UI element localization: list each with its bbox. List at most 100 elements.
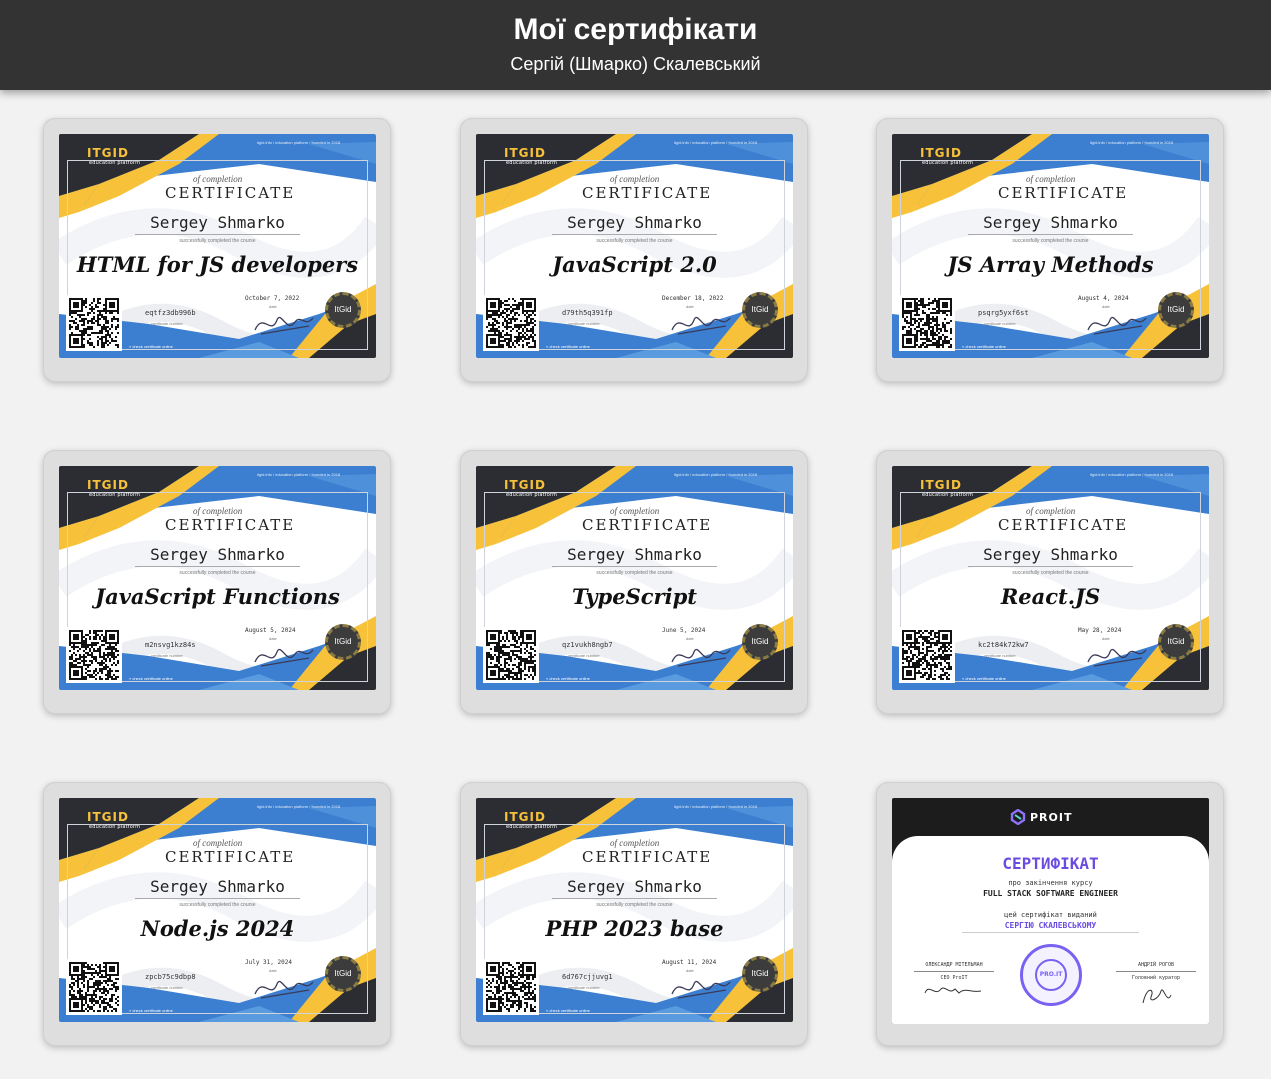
itgid-logo-sub: education platform	[922, 160, 974, 166]
certificate-image[interactable]: ITGID education platform itgid.info / ed…	[476, 134, 793, 358]
certificate-title: CERTIFICATE	[165, 184, 296, 202]
proit-signer-2-role: Головний куратор	[1116, 971, 1196, 981]
certificate-number: qz1vukh8ngb7	[562, 641, 613, 649]
certificate-completed-text: successfully completed the course	[596, 570, 673, 576]
itgid-logo-text: ITGID	[504, 478, 546, 492]
qr-code-icon	[66, 959, 122, 1015]
certificate-course: React.JS	[1000, 584, 1101, 609]
qr-code-icon	[483, 959, 539, 1015]
certificate-card[interactable]: ITGID education platform itgid.info / ed…	[460, 782, 808, 1046]
certificate-course: JS Array Methods	[947, 252, 1154, 277]
certificate-card[interactable]: ITGID education platform itgid.info / ed…	[876, 450, 1224, 714]
itgid-seal: ItGid	[1158, 624, 1194, 660]
itgid-logo: ITGID education platform	[920, 479, 974, 499]
itgid-seal: ItGid	[325, 624, 361, 660]
certificate-title: CERTIFICATE	[582, 516, 713, 534]
certificate-course: TypeScript	[572, 584, 697, 609]
proit-course: FULL STACK SOFTWARE ENGINEER	[983, 889, 1118, 898]
certificate-number: psqrg5yxf6st	[978, 309, 1029, 317]
proit-signer-1: ОЛЕКСАНДР МІТЕЛЬМАН CEO ProIT	[914, 962, 994, 1001]
certificate-card[interactable]: ITGID education platform itgid.info / ed…	[460, 450, 808, 714]
check-online-link: « check certificate online	[129, 1008, 173, 1013]
certificate-number-label: certificate number	[984, 321, 1016, 326]
certificate-date: August 11, 2024	[662, 959, 717, 966]
certificate-date: May 28, 2024	[1078, 627, 1122, 634]
certificate-top-line: itgid.info / education platform / founde…	[1090, 140, 1174, 145]
itgid-logo: ITGID education platform	[87, 147, 141, 167]
certificate-title: CERTIFICATE	[998, 516, 1129, 534]
certificate-date: October 7, 2022	[245, 295, 300, 302]
certificate-image[interactable]: ITGID education platform itgid.info / ed…	[476, 466, 793, 690]
page-title: Мої сертифікати	[513, 13, 758, 46]
certificate-of-completion: of completion	[610, 838, 660, 848]
certificate-completed-text: successfully completed the course	[179, 570, 256, 576]
certificate-image[interactable]: ITGID education platform itgid.info / ed…	[892, 466, 1209, 690]
check-online-link: « check certificate online	[546, 1008, 590, 1013]
certificate-recipient: Sergey Shmarko	[135, 877, 300, 899]
certificate-image-proit[interactable]: PROIT СЕРТИФІКАТ про закінчення курсу FU…	[892, 798, 1209, 1024]
certificate-course: JavaScript Functions	[95, 584, 340, 609]
certificate-top-line: itgid.info / education platform / founde…	[674, 140, 758, 145]
certificate-image[interactable]: ITGID education platform itgid.info / ed…	[59, 798, 376, 1022]
certificate-number: kc2t84k72kw7	[978, 641, 1029, 649]
proit-signer-2: АНДРІЙ РОГОВ Головний куратор	[1116, 962, 1196, 1011]
certificate-card-proit[interactable]: PROIT СЕРТИФІКАТ про закінчення курсу FU…	[876, 782, 1224, 1046]
certificate-image[interactable]: ITGID education platform itgid.info / ed…	[892, 134, 1209, 358]
itgid-logo-text: ITGID	[920, 146, 962, 160]
certificate-card[interactable]: ITGID education platform itgid.info / ed…	[460, 118, 808, 382]
certificate-top-line: itgid.info / education platform / founde…	[257, 140, 341, 145]
certificate-completed-text: successfully completed the course	[179, 902, 256, 908]
qr-code-icon	[66, 627, 122, 683]
certificate-card[interactable]: ITGID education platform itgid.info / ed…	[43, 118, 391, 382]
certificate-top-line: itgid.info / education platform / founde…	[257, 804, 341, 809]
certificate-course: Node.js 2024	[140, 916, 295, 941]
signature-icon	[924, 987, 982, 994]
signature-icon	[254, 981, 314, 999]
itgid-logo: ITGID education platform	[504, 810, 557, 831]
proit-signer-1-name: ОЛЕКСАНДР МІТЕЛЬМАН	[925, 962, 983, 968]
itgid-logo-sub: education platform	[922, 492, 974, 498]
certificate-image[interactable]: ITGID education platform itgid.info / ed…	[59, 466, 376, 690]
certificate-recipient: Sergey Shmarko	[135, 213, 300, 235]
signature-icon	[1087, 649, 1147, 667]
qr-code-pattern	[69, 962, 119, 1012]
certificate-of-completion: of completion	[1026, 174, 1076, 184]
certificate-recipient: Sergey Shmarko	[135, 545, 300, 567]
certificate-title: CERTIFICATE	[582, 184, 713, 202]
itgid-logo-text: ITGID	[87, 478, 129, 492]
qr-code-icon	[899, 627, 955, 683]
itgid-logo-text: ITGID	[504, 810, 546, 824]
itgid-logo-sub: education platform	[89, 492, 141, 498]
certificate-date: July 31, 2024	[245, 959, 292, 966]
itgid-logo-text: ITGID	[87, 810, 129, 824]
signature-icon	[1142, 989, 1172, 1004]
proit-logo-icon	[1010, 809, 1026, 825]
certificate-image[interactable]: ITGID education platform itgid.info / ed…	[476, 798, 793, 1022]
certificate-of-completion: of completion	[610, 506, 660, 516]
itgid-logo-text: ITGID	[504, 146, 546, 160]
certificate-number: 6d767cjjuvg1	[562, 973, 613, 981]
certificate-card[interactable]: ITGID education platform itgid.info / ed…	[43, 450, 391, 714]
certificate-of-completion: of completion	[193, 838, 243, 848]
certificate-card[interactable]: ITGID education platform itgid.info / ed…	[43, 782, 391, 1046]
certificate-number-label: certificate number	[151, 653, 183, 658]
qr-code-pattern	[902, 630, 952, 680]
signature-icon	[254, 317, 314, 335]
check-online-link: « check certificate online	[546, 676, 590, 681]
certificate-number-label: certificate number	[151, 321, 183, 326]
qr-code-pattern	[69, 630, 119, 680]
certificate-completed-text: successfully completed the course	[1012, 238, 1089, 244]
itgid-logo: ITGID education platform	[920, 146, 974, 167]
itgid-logo: ITGID education platform	[87, 810, 140, 831]
certificate-of-completion: of completion	[1026, 506, 1076, 516]
certificate-image[interactable]: ITGID education platform itgid.info / ed…	[59, 134, 376, 358]
certificate-number: d79th5q391fp	[562, 309, 613, 317]
itgid-logo-sub: education platform	[506, 492, 558, 498]
certificate-card[interactable]: ITGID education platform itgid.info / ed…	[876, 118, 1224, 382]
certificate-number-label: certificate number	[568, 321, 600, 326]
certificate-recipient: Sergey Shmarko	[552, 213, 717, 235]
certificate-recipient: Sergey Shmarko	[552, 545, 717, 567]
certificate-title: CERTIFICATE	[998, 184, 1129, 202]
itgid-seal: ItGid	[1158, 292, 1194, 328]
itgid-logo-sub: education platform	[89, 160, 141, 166]
